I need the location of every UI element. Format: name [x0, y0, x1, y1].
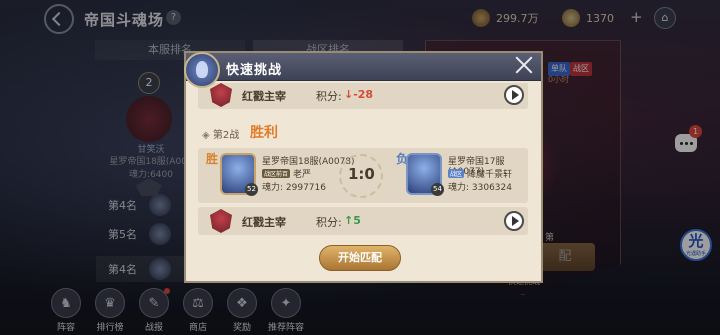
opponent-level: 54 — [431, 183, 444, 196]
opponent-tag: 战区 — [448, 169, 465, 178]
battle-result: 胜利 — [250, 125, 278, 141]
win-mark: 胜 — [206, 152, 219, 166]
battle-number: 第2战 — [202, 126, 239, 141]
battle-score: 1:0 — [348, 165, 375, 183]
opponent-avatar[interactable]: 54 — [406, 153, 444, 196]
rank-emblem-icon — [210, 209, 232, 233]
points-label: 积分: — [316, 216, 342, 229]
points-change: ↑5 — [344, 214, 361, 227]
quick-challenge-dialog: 快速挑战 红戳主宰 积分: ↓-28 第2战 胜利 胜 52 星罗帝国18服(A… — [184, 51, 543, 283]
rank-title: 红戳主宰 — [242, 90, 286, 103]
player-name-line: 战区前百 老严 — [262, 167, 311, 180]
dialog-emblem-icon — [184, 52, 220, 88]
player-avatar[interactable]: 52 — [220, 153, 258, 196]
player-power: 魂力: 2997716 — [262, 183, 326, 193]
rank-title: 红戳主宰 — [242, 216, 286, 229]
dialog-title: 快速挑战 — [226, 63, 283, 78]
result-row: 红戳主宰 积分: ↑5 — [198, 207, 528, 235]
player-name: 老严 — [293, 170, 312, 180]
player-tag: 战区前百 — [262, 169, 291, 178]
rank-emblem-icon — [210, 83, 232, 107]
opponent-name-line: 战区 降魔千景轩 — [448, 167, 512, 180]
points-label: 积分: — [316, 90, 342, 103]
replay-button[interactable] — [504, 85, 524, 105]
result-row: 红戳主宰 积分: ↓-28 — [198, 83, 528, 109]
battle-record-list[interactable]: 红戳主宰 积分: ↓-28 第2战 胜利 胜 52 星罗帝国18服(A0078)… — [194, 83, 533, 243]
opponent-name: 降魔千景轩 — [467, 170, 513, 180]
start-matching-button[interactable]: 开始匹配 — [319, 245, 401, 271]
opponent-power: 魂力: 3306324 — [448, 183, 512, 193]
dialog-header: 快速挑战 — [186, 53, 541, 81]
points-change: ↓-28 — [344, 88, 374, 101]
player-level: 52 — [245, 183, 258, 196]
battle-card: 胜 52 星罗帝国18服(A0078) 战区前百 老严 魂力: 2997716 1… — [198, 148, 528, 203]
replay-button[interactable] — [504, 211, 524, 231]
close-button[interactable] — [515, 56, 533, 74]
